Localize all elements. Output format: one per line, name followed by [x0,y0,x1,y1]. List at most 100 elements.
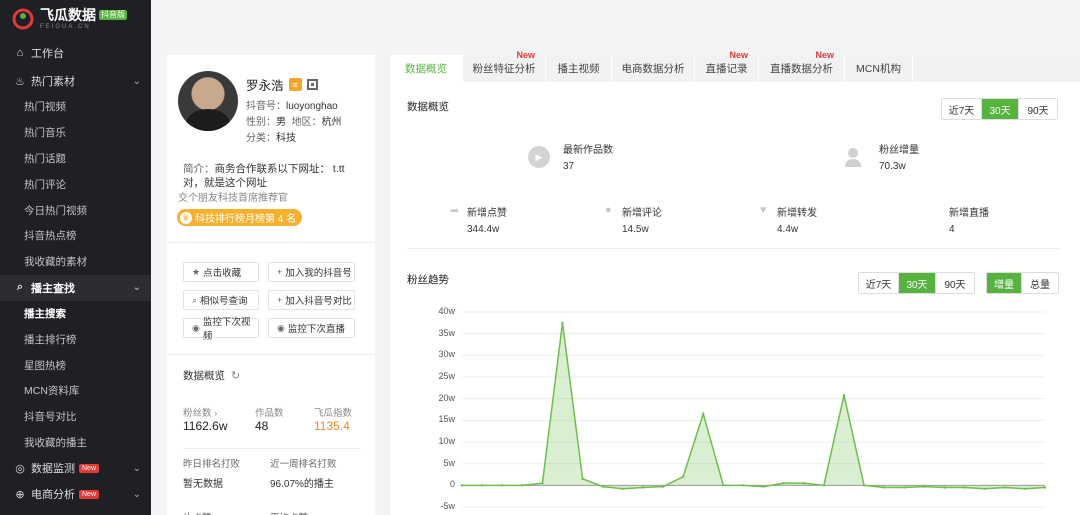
logo[interactable]: 飞瓜数据 抖音版 FEIGUA.CN [0,0,151,38]
sidebar-item[interactable]: 热门音乐 [0,120,151,146]
action-label: 点击收藏 [203,268,242,279]
data-point[interactable] [963,486,966,489]
sidebar-item[interactable]: 热门评论 [0,171,151,197]
sidebar-item[interactable]: 今日热门视频 [0,197,151,223]
rank-stat-value: 96.07%的播主 [270,479,334,490]
data-point[interactable] [782,481,785,485]
plus-icon: + [277,267,283,277]
action-button-2[interactable]: ⌕ 相似号查询 [183,290,259,310]
rank-stat-label: 近一周排名打败 [270,459,337,470]
qr-code-icon[interactable] [306,79,318,90]
sidebar-section-4[interactable]: ⊕ 电商分析 New ⌄ [0,481,151,507]
rank-stat-label: 昨日排名打败 [183,459,241,470]
sidebar-section-3[interactable]: ◎ 数据监测 New ⌄ [0,455,151,481]
sidebar-item[interactable]: MCN资料库 [0,378,151,404]
chevron-down-icon: ⌄ [132,462,141,474]
data-point[interactable] [1023,487,1027,490]
data-point[interactable] [621,487,625,490]
overview-title: 数据概览 ↻ [183,369,241,382]
data-point[interactable] [561,321,564,325]
eye-icon: ◉ [277,322,285,333]
action-label: 加入抖音号对比 [285,296,352,307]
avatar [178,71,238,131]
data-point[interactable] [460,484,464,487]
divider [167,242,375,243]
action-button-5[interactable]: ◉ 监控下次直播 [268,318,355,338]
profile-intro: 简介：商务合作联系以下网址： t.tt 对，就是这个网址 [183,163,345,189]
cart-icon: ⊕ [15,488,25,501]
data-point[interactable] [681,475,685,478]
sidebar-item[interactable]: 热门话题 [0,146,151,172]
y-tick-label: 10w [438,436,455,446]
data-point[interactable] [742,484,745,487]
data-point[interactable] [862,484,866,487]
data-point[interactable] [903,486,906,489]
sidebar-item[interactable]: 星图热榜 [0,352,151,378]
data-point[interactable] [521,484,524,487]
data-point[interactable] [601,485,604,488]
data-point[interactable] [641,486,645,489]
data-point[interactable] [822,484,826,487]
data-point[interactable] [480,484,484,487]
data-point[interactable] [661,485,665,488]
y-tick-label: 40w [438,306,455,316]
data-point[interactable] [762,485,765,488]
sidebar-section-1[interactable]: ♨ 热门素材 ⌄ [0,68,151,94]
data-point[interactable] [882,486,886,489]
chevron-down-icon: ⌄ [132,75,141,87]
sidebar-item[interactable]: 抖音号对比 [0,404,151,430]
data-point[interactable] [802,481,805,485]
stat-label: 飞瓜指数 [314,408,353,419]
logo-badge: 抖音版 [99,10,127,20]
sidebar-item[interactable]: 抖音热点榜 [0,223,151,249]
data-point[interactable] [1003,486,1006,489]
profile-title: 交个朋友科技首席推荐官 [178,193,288,204]
stat-label[interactable]: 粉丝数 › [183,405,217,419]
data-point[interactable] [722,484,725,487]
new-badge: New [79,489,100,499]
data-point[interactable] [923,485,926,488]
search-icon: ⌕ [16,281,24,294]
divider [167,354,375,355]
rank-badge[interactable]: ♛ 科技排行榜月榜第 4 名 [177,209,303,226]
fire-icon: ♨ [15,75,25,88]
action-button-1[interactable]: + 加入我的抖音号 [268,262,355,282]
data-point[interactable] [983,487,986,490]
new-badge: New [79,463,100,473]
data-point[interactable] [702,412,705,416]
gender-region: 性别：男 地区：杭州 [246,117,342,128]
data-point[interactable] [541,481,544,485]
data-point[interactable] [842,394,846,397]
sidebar-item[interactable]: 我收藏的播主 [0,430,151,456]
y-tick-label: -5w [440,501,455,511]
monitor-icon: ◎ [15,462,25,475]
sidebar-section-0[interactable]: ⌂ 工作台 [0,38,151,68]
profile-name: 罗永浩 [246,79,284,93]
logo-subtitle: FEIGUA.CN [40,24,91,30]
data-point[interactable] [943,486,946,489]
sidebar-item[interactable]: 我收藏的素材 [0,249,151,275]
home-icon: ⌂ [16,47,24,59]
sidebar-section-label: 播主查找 [31,282,75,295]
sidebar-item[interactable]: 播主排行榜 [0,326,151,352]
action-button-4[interactable]: ◉ 监控下次视频 [183,317,259,342]
sidebar-section-2[interactable]: ⌕ 播主查找 ⌄ [0,274,151,301]
more-stat-label: 平均点赞 [270,510,308,515]
stat-label: 作品数 [255,408,284,419]
sidebar-section-label: 热门素材 [31,76,75,88]
action-label: 监控下次视频 [202,317,251,342]
action-button-0[interactable]: ★ 点击收藏 [183,262,259,282]
plus-icon: + [277,295,283,305]
data-point[interactable] [1043,486,1047,489]
data-point[interactable] [501,484,504,487]
douyin-id: 抖音号：luoyonghao [246,101,338,112]
sidebar-item[interactable]: 热门视频 [0,94,151,120]
action-button-3[interactable]: + 加入抖音号对比 [268,290,355,310]
y-tick-label: 25w [438,371,455,381]
refresh-icon[interactable]: ↻ [231,369,240,382]
divider [183,448,361,449]
profile-panel: 罗永浩 ≡ 抖音号：luoyonghao 性别：男 地区：杭州 分类：科技 简介：… [167,55,375,515]
data-point[interactable] [581,477,584,481]
sidebar-item[interactable]: 播主搜索 [0,301,151,327]
stat-value: 1162.6w [183,419,228,433]
